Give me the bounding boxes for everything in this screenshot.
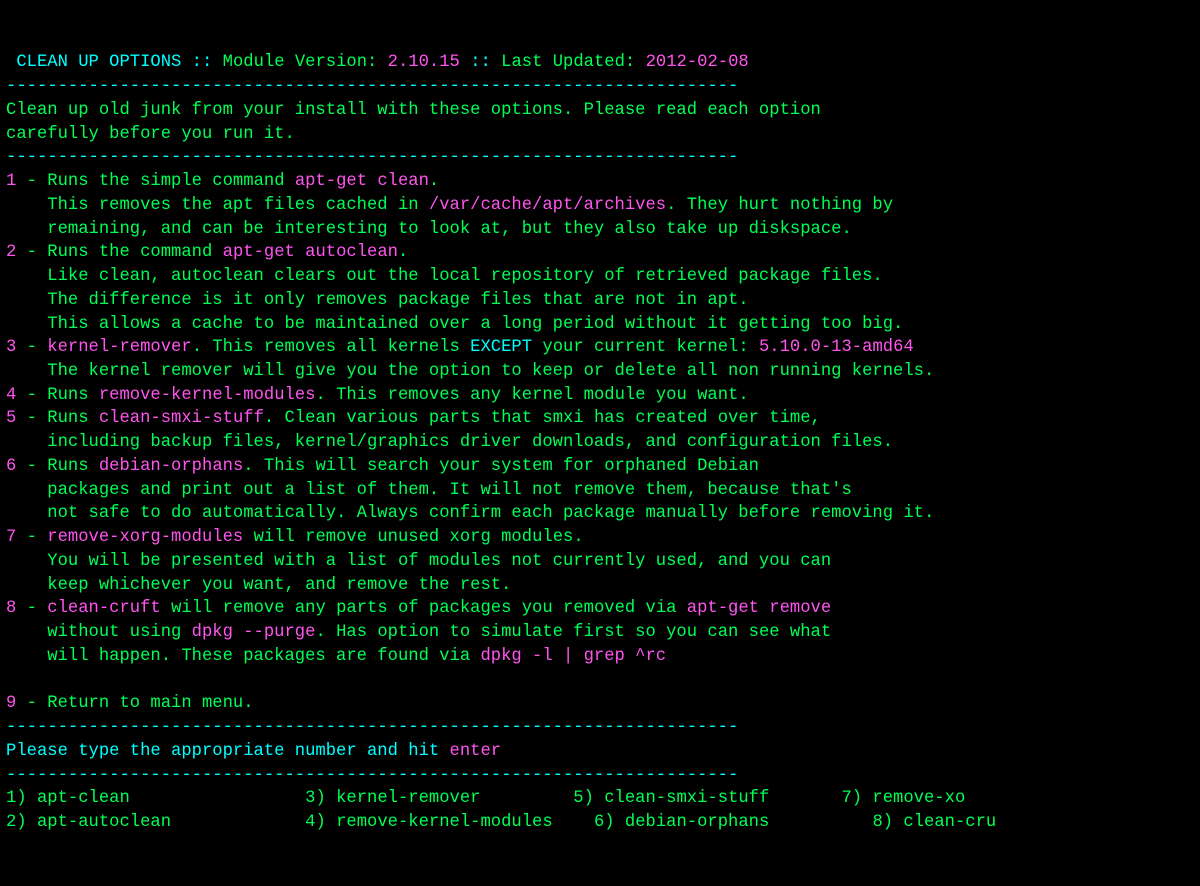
option-5[interactable]: 5 - Runs clean-smxi-stuff. Clean various… — [6, 409, 821, 428]
divider: ----------------------------------------… — [6, 148, 738, 167]
cmd-clean-cruft: clean-cruft — [47, 599, 160, 618]
option-3[interactable]: 3 - kernel-remover. This removes all ker… — [6, 338, 914, 357]
option-9[interactable]: 9 - Return to main menu. — [6, 694, 254, 713]
menu-item-7[interactable]: 7) remove-xo — [841, 789, 965, 808]
menu-item-5[interactable]: 5) clean-smxi-stuff — [573, 789, 769, 808]
title: CLEAN UP OPTIONS — [16, 53, 181, 72]
cmd-dpkg-purge: dpkg --purge — [192, 623, 316, 642]
menu-row-2: 2) apt-autoclean 4) remove-kernel-module… — [6, 813, 996, 832]
cmd-remove-xorg-modules: remove-xorg-modules — [47, 528, 243, 547]
cmd-debian-orphans: debian-orphans — [99, 457, 243, 476]
menu-item-1[interactable]: 1) apt-clean — [6, 789, 130, 808]
menu-item-4[interactable]: 4) remove-kernel-modules — [305, 813, 553, 832]
divider: ----------------------------------------… — [6, 77, 738, 96]
module-version: 2.10.15 — [388, 53, 460, 72]
divider: ----------------------------------------… — [6, 718, 738, 737]
cmd-apt-get-remove: apt-get remove — [687, 599, 831, 618]
cmd-kernel-remover: kernel-remover — [47, 338, 191, 357]
intro-line-1: Clean up old junk from your install with… — [6, 101, 821, 120]
prompt-line: Please type the appropriate number and h… — [6, 742, 501, 761]
kernel-version: 5.10.0-13-amd64 — [759, 338, 914, 357]
enter-key: enter — [450, 742, 502, 761]
cmd-remove-kernel-modules: remove-kernel-modules — [99, 386, 316, 405]
option-4[interactable]: 4 - Runs remove-kernel-modules. This rem… — [6, 386, 749, 405]
option-1[interactable]: 1 - Runs the simple command apt-get clea… — [6, 172, 439, 191]
intro-line-2: carefully before you run it. — [6, 125, 295, 144]
cmd-dpkg-grep: dpkg -l | grep ^rc — [480, 647, 666, 666]
path-apt-archives: /var/cache/apt/archives — [429, 196, 666, 215]
menu-item-6[interactable]: 6) debian-orphans — [594, 813, 769, 832]
cmd-apt-get-autoclean: apt-get autoclean — [223, 243, 398, 262]
option-2[interactable]: 2 - Runs the command apt-get autoclean. — [6, 243, 408, 262]
menu-row-1: 1) apt-clean 3) kernel-remover 5) clean-… — [6, 789, 965, 808]
option-6[interactable]: 6 - Runs debian-orphans. This will searc… — [6, 457, 759, 476]
last-updated: 2012-02-08 — [646, 53, 749, 72]
divider: ----------------------------------------… — [6, 766, 738, 785]
cmd-apt-get-clean: apt-get clean — [295, 172, 429, 191]
menu-item-8[interactable]: 8) clean-cru — [872, 813, 996, 832]
cmd-clean-smxi-stuff: clean-smxi-stuff — [99, 409, 264, 428]
option-7[interactable]: 7 - remove-xorg-modules will remove unus… — [6, 528, 584, 547]
menu-item-3[interactable]: 3) kernel-remover — [305, 789, 480, 808]
menu-item-2[interactable]: 2) apt-autoclean — [6, 813, 171, 832]
option-8[interactable]: 8 - clean-cruft will remove any parts of… — [6, 599, 831, 618]
except-word: EXCEPT — [470, 338, 532, 357]
header-line: CLEAN UP OPTIONS :: Module Version: 2.10… — [6, 53, 749, 72]
